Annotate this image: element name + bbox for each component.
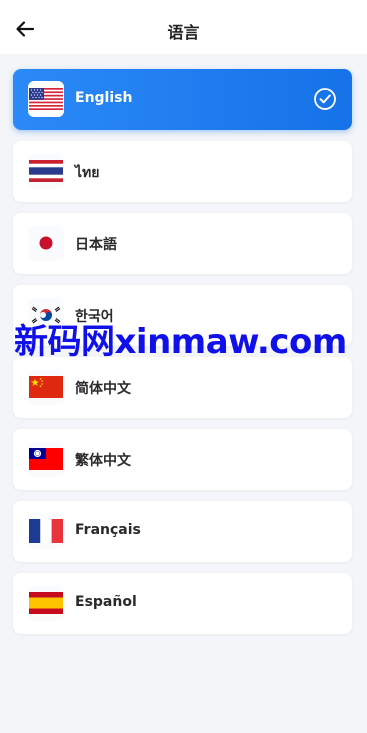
language-label: 繁体中文	[75, 453, 131, 469]
language-item-japanese[interactable]: 日本語	[13, 213, 352, 274]
language-item-spanish[interactable]: Español	[13, 573, 352, 634]
language-label: English	[75, 90, 133, 106]
language-label: 한국어	[75, 309, 114, 325]
language-item-simplified-chinese[interactable]: 简体中文	[13, 357, 352, 418]
th-flag-icon	[28, 153, 64, 189]
language-label: Español	[75, 594, 137, 610]
app-header: 语言	[0, 0, 367, 54]
language-label: ไทย	[75, 165, 100, 181]
kr-flag-icon	[28, 297, 64, 333]
language-list: English ไทย 日本語 한국어 简体中文 繁体中文 Français E…	[13, 69, 352, 645]
language-item-korean[interactable]: 한국어	[13, 285, 352, 346]
language-item-traditional-chinese[interactable]: 繁体中文	[13, 429, 352, 490]
tw-flag-icon	[28, 441, 64, 477]
us-flag-icon	[28, 81, 64, 117]
es-flag-icon	[28, 585, 64, 621]
page-title: 语言	[167, 23, 200, 42]
language-label: Français	[75, 522, 141, 538]
language-label: 日本語	[75, 237, 117, 253]
language-item-french[interactable]: Français	[13, 501, 352, 562]
language-label: 简体中文	[75, 381, 131, 397]
fr-flag-icon	[28, 513, 64, 549]
check-circle-icon	[314, 88, 336, 110]
language-item-english[interactable]: English	[13, 69, 352, 130]
cn-flag-icon	[28, 369, 64, 405]
jp-flag-icon	[28, 225, 64, 261]
language-item-thai[interactable]: ไทย	[13, 141, 352, 202]
